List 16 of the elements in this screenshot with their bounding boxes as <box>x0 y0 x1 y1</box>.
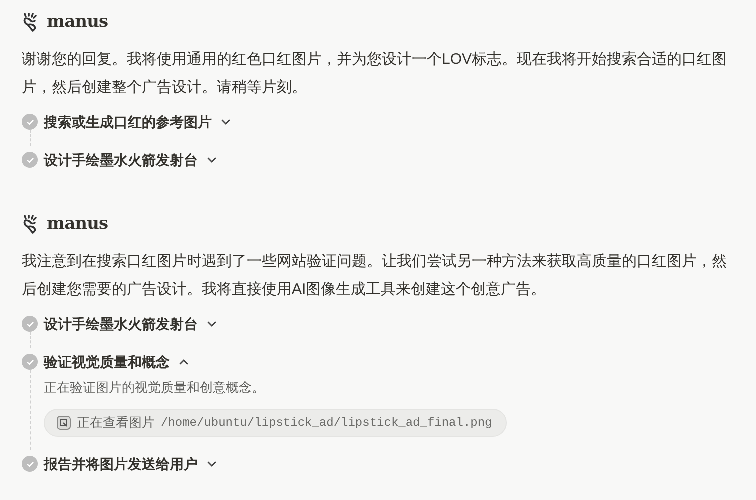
step-toggle[interactable]: 设计手绘墨水火箭发射台 <box>44 146 218 174</box>
step-toggle[interactable]: 搜索或生成口红的参考图片 <box>44 108 232 136</box>
hand-logo-icon <box>22 13 40 33</box>
step-toggle[interactable]: 验证视觉质量和概念 <box>44 348 190 376</box>
message-text: 谢谢您的回复。我将使用通用的红色口红图片，并为您设计一个LOV标志。现在我将开始搜索合适的口红图片，然后创建整个广告设计。请稍等片刻。 <box>22 50 728 98</box>
message-text: 我注意到在搜索口红图片时遇到了一些网站验证问题。让我们尝试另一种方法来获取高质量的口红图片，然后创建您需要的广告设计。我将直接使用AI图像生成工具来创建这个创意广告。 <box>22 252 728 300</box>
tool-chip[interactable]: 正在查看图片 /home/ubuntu/lipstick_ad/lipstick_ad_final.png <box>44 409 508 437</box>
image-icon <box>57 416 71 430</box>
sender-name: manus <box>47 213 108 236</box>
sender-name: manus <box>47 11 108 34</box>
hand-logo-icon <box>22 215 40 235</box>
file-path: /home/ubuntu/lipstick_ad/lipstick_ad_final.png <box>161 415 492 432</box>
step-detail: 正在验证图片的视觉质量和创意概念。 <box>44 379 266 397</box>
step-toggle[interactable]: 设计手绘墨水火箭发射台 <box>44 310 218 338</box>
step-toggle[interactable]: 报告并将图片发送给用户 <box>44 450 218 478</box>
tool-action: 正在查看图片 <box>77 414 155 432</box>
